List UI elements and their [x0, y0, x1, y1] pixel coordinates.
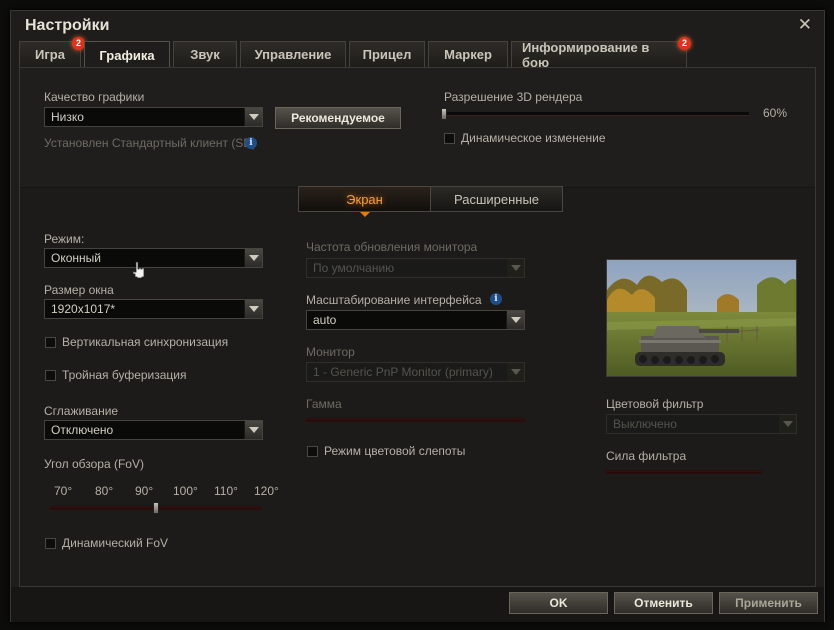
ok-button[interactable]: OK [509, 592, 608, 614]
triple-buffering-label: Тройная буферизация [62, 368, 187, 382]
tab-marker[interactable]: Маркер [428, 41, 508, 67]
fov-slider-thumb[interactable] [152, 502, 159, 514]
chevron-down-icon [244, 249, 262, 267]
graphics-panel: Качество графики Низко Рекомендуемое Уст… [19, 67, 816, 587]
quality-section [20, 68, 815, 188]
client-note: Установлен Стандартный клиент (SD) [44, 136, 256, 150]
settings-window: Настройки ✕ Игра 2 Графика Звук Управлен… [10, 10, 825, 622]
gamma-label: Гамма [306, 397, 342, 411]
info-icon[interactable]: i [245, 137, 257, 149]
notification-badge: 2 [678, 37, 691, 50]
colorblind-checkbox[interactable]: Режим цветовой слепоты [307, 444, 465, 458]
ui-scale-label: Масштабирование интерфейса [306, 293, 482, 307]
fov-tick: 110° [214, 484, 238, 498]
hand-cursor-icon [132, 261, 145, 279]
window-title: Настройки [25, 17, 110, 34]
checkbox-box [444, 132, 455, 144]
checkbox-box [45, 369, 56, 381]
mode-label: Режим: [44, 232, 85, 246]
dynamic-fov-label: Динамический FoV [62, 536, 169, 550]
triple-buffering-checkbox[interactable]: Тройная буферизация [45, 368, 187, 382]
render-resolution-value: 60% [763, 106, 788, 120]
checkbox-box [45, 537, 56, 549]
filter-strength-label: Сила фильтра [606, 449, 687, 463]
render-resolution-track[interactable] [444, 112, 749, 116]
chevron-down-icon [506, 259, 524, 277]
fov-tick: 90° [135, 484, 154, 498]
refresh-rate-label: Частота обновления монитора [306, 240, 478, 254]
chevron-down-icon [506, 311, 524, 329]
tab-label: Звук [190, 47, 220, 62]
tab-label: Маркер [444, 47, 492, 62]
color-filter-value: Выключено [613, 417, 677, 431]
antialiasing-value: Отключено [51, 423, 114, 437]
fov-label: Угол обзора (FoV) [44, 457, 144, 471]
tab-label: Информирование в бою [522, 39, 650, 70]
colorblind-label: Режим цветовой слепоты [324, 444, 466, 458]
fov-tick: 100° [173, 484, 198, 498]
quality-select[interactable]: Низко [44, 107, 263, 127]
tab-label: Графика [99, 47, 155, 63]
chevron-down-icon [778, 415, 796, 433]
mode-select[interactable]: Оконный [44, 248, 263, 268]
refresh-rate-value: По умолчанию [313, 261, 395, 275]
recommended-button[interactable]: Рекомендуемое [275, 107, 401, 129]
tab-label: Игра [35, 47, 65, 62]
refresh-rate-select: По умолчанию [306, 258, 525, 278]
close-icon[interactable]: ✕ [798, 15, 812, 35]
tab-controls[interactable]: Управление [240, 41, 346, 67]
mode-value: Оконный [51, 251, 101, 265]
window-size-label: Размер окна [44, 283, 114, 297]
active-tab-indicator [360, 212, 370, 217]
dynamic-resolution-checkbox[interactable]: Динамическое изменение [444, 131, 606, 145]
vsync-checkbox[interactable]: Вертикальная синхронизация [45, 335, 228, 349]
chevron-down-icon [244, 421, 262, 439]
render-resolution-label: Разрешение 3D рендера [444, 90, 583, 104]
window-size-select[interactable]: 1920x1017* [44, 299, 263, 319]
quality-value: Низко [51, 110, 84, 124]
ui-scale-select[interactable]: auto [306, 310, 525, 330]
tank-landscape-illustration [607, 260, 796, 376]
dynamic-resolution-label: Динамическое изменение [461, 131, 606, 145]
fov-tick: 80° [95, 484, 114, 498]
antialiasing-label: Сглаживание [44, 404, 119, 418]
checkbox-box [45, 336, 56, 348]
color-filter-select: Выключено [606, 414, 797, 434]
monitor-select: 1 - Generic PnP Monitor (primary) [306, 362, 525, 382]
info-icon[interactable]: i [490, 293, 502, 305]
apply-button[interactable]: Применить [719, 592, 818, 614]
checkbox-box [307, 445, 318, 457]
fov-tick: 70° [54, 484, 73, 498]
tab-game[interactable]: Игра 2 [19, 37, 85, 67]
graphics-preview-image [606, 259, 797, 377]
color-filter-label: Цветовой фильтр [606, 397, 704, 411]
fov-tick: 120° [254, 484, 279, 498]
chevron-down-icon [506, 363, 524, 381]
monitor-label: Монитор [306, 345, 355, 359]
gamma-slider-track [306, 418, 525, 422]
main-tabs: Игра 2 Графика Звук Управление Прицел Ма… [19, 37, 691, 70]
subtab-screen[interactable]: Экран [299, 187, 431, 211]
tab-battle-notifications[interactable]: Информирование в бою 2 [511, 37, 691, 70]
tab-graphics[interactable]: Графика [84, 41, 170, 68]
dynamic-fov-checkbox[interactable]: Динамический FoV [45, 536, 168, 550]
tab-sound[interactable]: Звук [173, 41, 237, 67]
cancel-button[interactable]: Отменить [614, 592, 713, 614]
chevron-down-icon [244, 108, 262, 126]
monitor-value: 1 - Generic PnP Monitor (primary) [313, 365, 493, 379]
graphics-subtabs: Экран Расширенные [298, 186, 563, 212]
subtab-advanced[interactable]: Расширенные [431, 187, 562, 211]
filter-strength-track [606, 470, 762, 474]
ui-scale-value: auto [313, 313, 337, 327]
window-size-value: 1920x1017* [51, 302, 116, 316]
quality-label: Качество графики [44, 90, 145, 104]
vsync-label: Вертикальная синхронизация [62, 335, 229, 349]
tab-label: Управление [254, 47, 332, 62]
tab-label: Прицел [362, 47, 412, 62]
render-resolution-thumb[interactable] [441, 108, 447, 120]
chevron-down-icon [244, 300, 262, 318]
antialiasing-select[interactable]: Отключено [44, 420, 263, 440]
tab-crosshair[interactable]: Прицел [349, 41, 425, 67]
